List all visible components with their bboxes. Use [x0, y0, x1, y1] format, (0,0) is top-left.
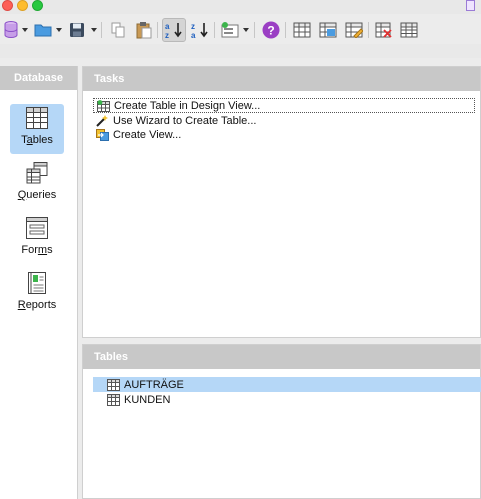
sort-descending-button[interactable]: z a — [189, 19, 211, 41]
svg-text:z: z — [191, 22, 195, 31]
new-table-icon — [293, 22, 311, 38]
copy-icon — [111, 22, 125, 38]
table-icon — [107, 378, 120, 391]
toolbar-bottom-band — [0, 44, 481, 58]
main-toolbar: a z z a ? — [0, 14, 481, 58]
sidebar-item-tables[interactable]: Tables — [10, 104, 64, 154]
sidebar-item-forms[interactable]: Forms — [10, 214, 64, 264]
sidebar-title: Database — [0, 66, 77, 90]
create-view-icon — [96, 128, 109, 141]
reports-icon — [28, 272, 46, 294]
edit-table-icon — [345, 22, 363, 38]
tables-panel: Tables AUFTRÄGE KUNDEN — [82, 344, 481, 499]
design-view-icon — [97, 99, 110, 112]
save-icon — [70, 23, 84, 37]
title-bar — [0, 0, 481, 14]
sidebar-item-queries[interactable]: Queries — [10, 159, 64, 209]
table-icon — [107, 393, 120, 406]
database-icon — [4, 21, 18, 39]
tables-icon — [26, 107, 48, 129]
form-wizard-dropdown-arrow[interactable] — [243, 28, 249, 32]
sidebar-item-label: Reports — [17, 299, 57, 311]
delete-table-icon — [375, 22, 392, 38]
edit-table-button[interactable] — [343, 19, 365, 41]
toolbar-separator — [101, 22, 102, 38]
delete-table-button[interactable] — [373, 19, 395, 41]
document-icon — [466, 0, 475, 11]
save-button[interactable] — [66, 19, 88, 41]
table-properties-icon — [400, 22, 418, 38]
help-button[interactable]: ? — [260, 19, 282, 41]
task-label: Use Wizard to Create Table... — [113, 114, 257, 127]
wizard-wand-icon — [96, 114, 108, 127]
task-label: Create View... — [113, 128, 182, 141]
forms-icon — [26, 217, 48, 239]
tables-panel-title: Tables — [83, 345, 480, 369]
sidebar-item-reports[interactable]: Reports — [10, 269, 64, 319]
sidebar-item-label: Tables — [21, 134, 53, 146]
table-name: AUFTRÄGE — [124, 378, 184, 391]
toolbar-separator — [254, 22, 255, 38]
table-row[interactable]: KUNDEN — [93, 392, 481, 407]
use-wizard-create-table-task[interactable]: Use Wizard to Create Table... — [93, 113, 256, 128]
copy-button[interactable] — [107, 19, 129, 41]
svg-text:a: a — [165, 22, 170, 31]
toolbar-separator — [285, 22, 286, 38]
sidebar-item-label: Queries — [17, 189, 57, 201]
create-view-task[interactable]: Create View... — [93, 127, 181, 142]
create-table-design-view-task[interactable]: Create Table in Design View... — [93, 98, 475, 113]
sort-ascending-button[interactable]: a z — [162, 18, 186, 42]
queries-icon — [26, 162, 48, 184]
new-table-button[interactable] — [291, 19, 313, 41]
svg-text:z: z — [165, 31, 169, 39]
save-dropdown-arrow[interactable] — [91, 28, 97, 32]
sort-descending-icon: z a — [191, 22, 208, 39]
table-view-icon — [319, 22, 337, 38]
open-button[interactable] — [32, 19, 54, 41]
svg-text:a: a — [191, 31, 196, 39]
table-row[interactable]: AUFTRÄGE — [93, 377, 481, 392]
help-icon: ? — [262, 21, 280, 39]
paste-icon — [136, 22, 152, 39]
open-dropdown-arrow[interactable] — [56, 28, 62, 32]
paste-button[interactable] — [133, 19, 155, 41]
sort-ascending-icon: a z — [165, 22, 182, 39]
toolbar-separator — [157, 22, 158, 38]
zoom-window-button[interactable] — [32, 0, 43, 11]
svg-text:?: ? — [267, 24, 274, 38]
table-view-button[interactable] — [317, 19, 339, 41]
form-wizard-icon — [221, 22, 239, 38]
database-sidebar: Database Tables Queries Forms Reports — [0, 66, 78, 499]
open-folder-icon — [34, 24, 52, 37]
toolbar-separator — [368, 22, 369, 38]
form-wizard-button[interactable] — [219, 19, 241, 41]
close-window-button[interactable] — [2, 0, 13, 11]
minimize-window-button[interactable] — [17, 0, 28, 11]
task-label: Create Table in Design View... — [114, 99, 261, 112]
table-properties-button[interactable] — [398, 19, 420, 41]
database-button[interactable] — [0, 19, 22, 41]
database-dropdown-arrow[interactable] — [22, 28, 28, 32]
tasks-panel-title: Tasks — [83, 67, 480, 91]
tasks-panel: Tasks Create Table in Design View... Use… — [82, 66, 481, 338]
table-name: KUNDEN — [124, 393, 171, 406]
sidebar-item-label: Forms — [21, 244, 53, 256]
toolbar-separator — [214, 22, 215, 38]
